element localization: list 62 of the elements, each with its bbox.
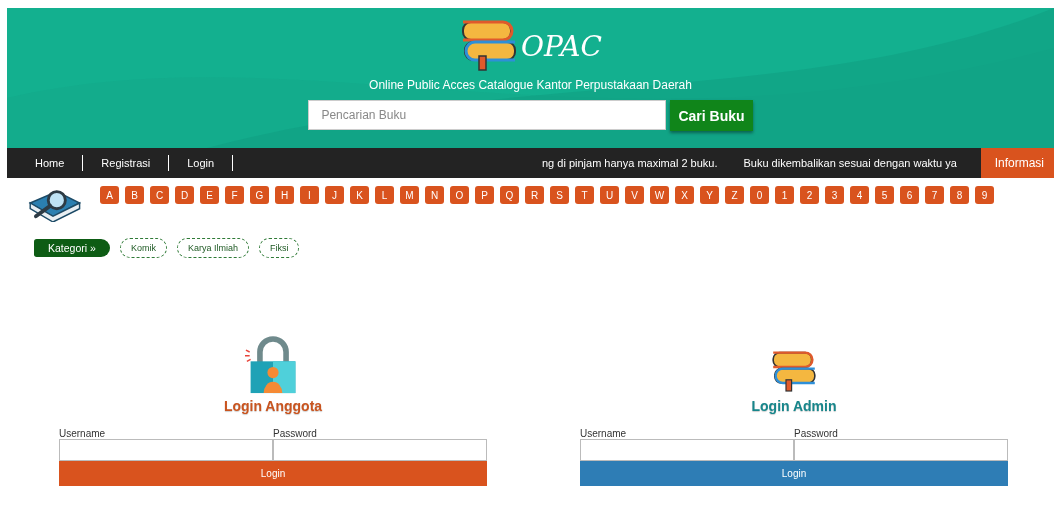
letter-button[interactable]: U [600, 186, 619, 204]
letter-button[interactable]: S [550, 186, 569, 204]
letter-button[interactable]: K [350, 186, 369, 204]
field-label: Username [580, 428, 628, 439]
letter-button[interactable]: 2 [800, 186, 819, 204]
letter-button[interactable]: I [300, 186, 319, 204]
password-field[interactable] [794, 439, 1008, 461]
ticker-text: Buku dikembalikan sesuai dengan waktu ya [743, 157, 957, 169]
login-title: Login Admin [751, 398, 837, 414]
category-chip[interactable]: Fiksi [258, 238, 300, 258]
field-label: Password [794, 428, 839, 439]
letter-button[interactable]: 3 [825, 186, 844, 204]
nav-link[interactable]: Login [169, 155, 234, 171]
letter-button[interactable]: N [425, 186, 444, 204]
login-title: Login Anggota [223, 398, 323, 414]
letter-button[interactable]: V [625, 186, 644, 204]
letter-button[interactable]: R [525, 186, 544, 204]
letter-button[interactable]: H [275, 186, 294, 204]
login-button[interactable]: Login [59, 461, 487, 486]
username-field[interactable] [59, 439, 273, 461]
username-field[interactable] [580, 439, 794, 461]
letter-button[interactable]: E [200, 186, 219, 204]
field-label: Password [273, 428, 318, 439]
logo-text: OPAC [521, 30, 602, 64]
letter-button[interactable]: 8 [950, 186, 969, 204]
letter-button[interactable]: 7 [925, 186, 944, 204]
info-badge: Informasi [980, 148, 1054, 178]
ticker-text: ng di pinjam hanya maximal 2 buku. [542, 157, 718, 169]
letter-button[interactable]: 1 [775, 186, 794, 204]
letter-button[interactable]: D [175, 186, 194, 204]
category-chip[interactable]: Karya Ilmiah [176, 238, 249, 258]
field-label: Username [59, 428, 107, 439]
site-subtitle: Online Public Acces Catalogue Kantor Perpustakaan Daerah [369, 78, 692, 92]
letter-button[interactable]: B [125, 186, 144, 204]
letter-button[interactable]: Q [500, 186, 519, 204]
letter-button[interactable]: M [400, 186, 419, 204]
letter-button[interactable]: T [575, 186, 594, 204]
search-button[interactable]: Cari Buku [670, 100, 753, 131]
category-label: Kategori » [34, 239, 110, 257]
letter-button[interactable]: X [675, 186, 694, 204]
letter-button[interactable]: 4 [850, 186, 869, 204]
nav-link[interactable]: Registrasi [83, 155, 170, 171]
nav-link[interactable]: Home [17, 155, 84, 171]
letter-button[interactable]: 9 [975, 186, 994, 204]
letter-button[interactable]: C [150, 186, 169, 204]
password-field[interactable] [273, 439, 487, 461]
letter-button[interactable]: J [325, 186, 344, 204]
letter-button[interactable]: Y [700, 186, 719, 204]
letter-button[interactable]: G [250, 186, 269, 204]
login-button[interactable]: Login [580, 461, 1008, 486]
letter-button[interactable]: A [100, 186, 119, 204]
letter-button[interactable]: 5 [875, 186, 894, 204]
category-chip[interactable]: Komik [119, 238, 167, 258]
letter-button[interactable]: F [225, 186, 244, 204]
letter-button[interactable]: W [650, 186, 669, 204]
letter-button[interactable]: 6 [900, 186, 919, 204]
letter-button[interactable]: 0 [750, 186, 769, 204]
letter-button[interactable]: L [375, 186, 394, 204]
letter-button[interactable]: P [475, 186, 494, 204]
search-field[interactable]: Pencarian Buku [308, 100, 667, 130]
letter-button[interactable]: Z [725, 186, 744, 204]
letter-button[interactable]: O [450, 186, 469, 204]
